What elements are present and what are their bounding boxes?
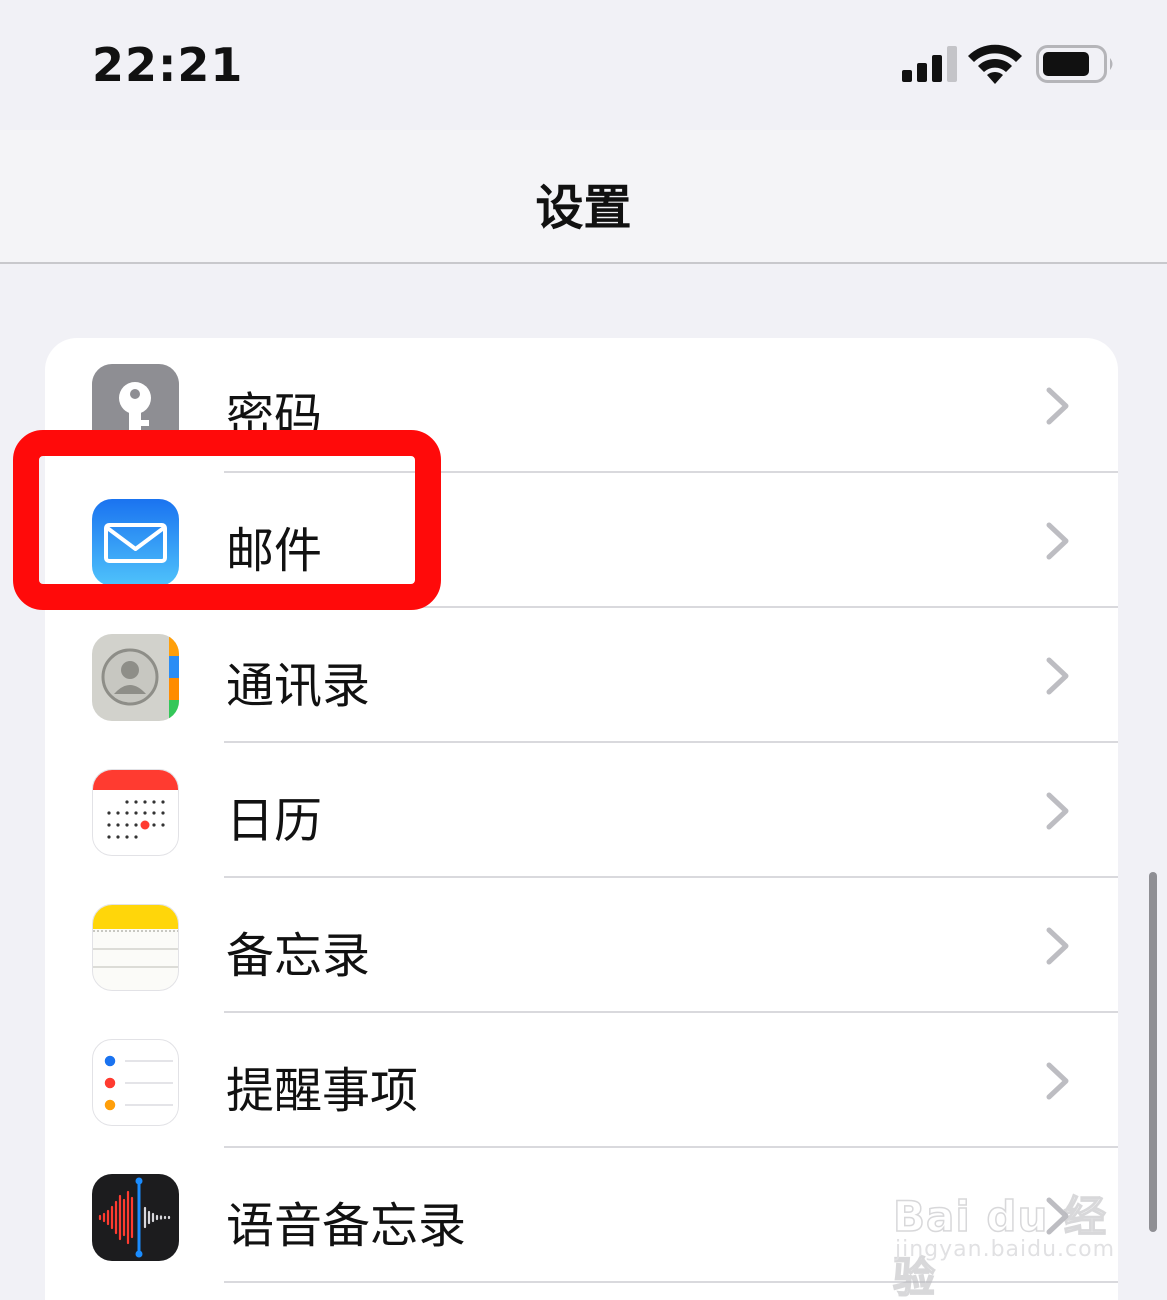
annotation-highlight-box — [13, 430, 441, 610]
chevron-right-icon — [1046, 657, 1069, 695]
chevron-right-icon — [1046, 792, 1069, 830]
watermark-url-text: jingyan.baidu.com — [895, 1237, 1116, 1262]
settings-item-calendar[interactable]: 日历 — [45, 743, 1118, 878]
status-bar: 22:21 — [0, 0, 1167, 130]
settings-item-reminders[interactable]: 提醒事项 — [45, 1013, 1118, 1148]
settings-item-label: 通讯录 — [226, 658, 371, 714]
settings-item-notes[interactable]: 备忘录 — [45, 878, 1118, 1013]
chevron-right-icon — [1046, 387, 1069, 425]
baidu-watermark: Bai du 经验 jingyan.baidu.com — [892, 1175, 1116, 1300]
wifi-icon — [968, 44, 1022, 84]
settings-item-label: 备忘录 — [226, 928, 371, 984]
contacts-icon — [92, 634, 179, 721]
navigation-bar: 设置 — [0, 130, 1167, 264]
settings-item-label: 日历 — [226, 793, 323, 849]
reminders-icon — [92, 1039, 179, 1126]
scroll-indicator[interactable] — [1149, 872, 1157, 1232]
page-title: 设置 — [535, 180, 632, 236]
settings-item-contacts[interactable]: 通讯录 — [45, 608, 1118, 743]
voice-memos-icon — [92, 1174, 179, 1261]
battery-icon — [1036, 45, 1113, 83]
chevron-right-icon — [1046, 522, 1069, 560]
settings-screen: 22:21 设置 密码 邮件 通讯录 日历 备忘录 提醒事项 语音备忘录 Bai… — [0, 0, 1167, 1300]
settings-item-label: 提醒事项 — [226, 1063, 419, 1119]
chevron-right-icon — [1046, 927, 1069, 965]
chevron-right-icon — [1046, 1062, 1069, 1100]
status-time: 22:21 — [92, 38, 244, 92]
calendar-icon — [92, 769, 179, 856]
notes-icon — [92, 904, 179, 991]
settings-item-label: 语音备忘录 — [226, 1198, 467, 1254]
cellular-signal-icon — [902, 46, 957, 82]
